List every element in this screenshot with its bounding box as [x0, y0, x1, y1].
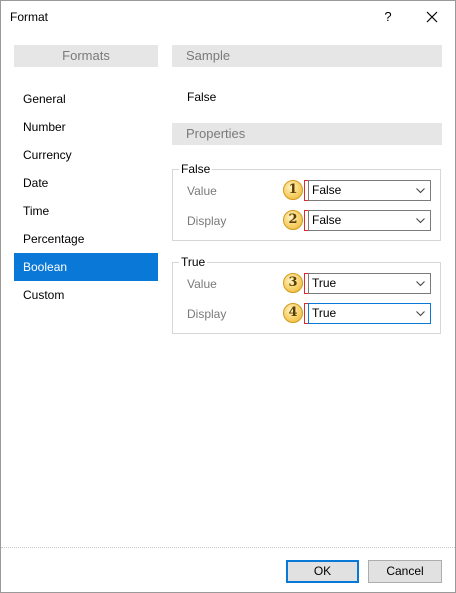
true-display-select[interactable]: True: [308, 303, 431, 324]
true-value-select-text: True: [312, 276, 337, 290]
format-item-time[interactable]: Time: [14, 197, 158, 225]
sample-value: False: [187, 90, 217, 104]
ok-button[interactable]: OK: [286, 560, 359, 583]
callout-badge-3: 3: [283, 273, 303, 293]
close-icon: [426, 11, 438, 23]
format-item-general[interactable]: General: [14, 85, 158, 113]
false-display-label: Display: [187, 214, 227, 228]
properties-header: Properties: [172, 123, 442, 145]
false-group-legend: False: [179, 162, 213, 176]
callout-badge-2: 2: [283, 210, 303, 230]
false-value-select-text: False: [312, 183, 342, 197]
false-display-select[interactable]: False: [308, 210, 431, 231]
false-value-label: Value: [187, 184, 217, 198]
format-item-currency[interactable]: Currency: [14, 141, 158, 169]
format-dialog: Format ? Formats General Number Currency…: [0, 0, 456, 593]
format-item-number[interactable]: Number: [14, 113, 158, 141]
true-value-label: Value: [187, 277, 217, 291]
true-display-label: Display: [187, 307, 227, 321]
true-value-select[interactable]: True: [308, 273, 431, 294]
format-item-custom[interactable]: Custom: [14, 281, 158, 309]
true-display-select-text: True: [312, 306, 337, 320]
formats-header: Formats: [14, 45, 158, 67]
callout-badge-4: 4: [283, 303, 303, 323]
title-bar: Format ?: [1, 1, 455, 32]
format-item-percentage[interactable]: Percentage: [14, 225, 158, 253]
false-value-select[interactable]: False: [308, 180, 431, 201]
sample-header: Sample: [172, 45, 442, 67]
format-list: General Number Currency Date Time Percen…: [14, 85, 158, 309]
dialog-title: Format: [10, 10, 49, 24]
chevron-down-icon: [416, 311, 425, 317]
format-item-boolean[interactable]: Boolean: [14, 253, 158, 281]
help-button[interactable]: ?: [373, 5, 403, 29]
callout-badge-1: 1: [283, 180, 303, 200]
footer-divider: [1, 547, 455, 548]
cancel-button[interactable]: Cancel: [368, 560, 442, 583]
format-item-date[interactable]: Date: [14, 169, 158, 197]
false-display-select-text: False: [312, 213, 342, 227]
chevron-down-icon: [416, 188, 425, 194]
chevron-down-icon: [416, 281, 425, 287]
close-button[interactable]: [417, 5, 447, 29]
true-group-legend: True: [179, 255, 208, 269]
chevron-down-icon: [416, 218, 425, 224]
